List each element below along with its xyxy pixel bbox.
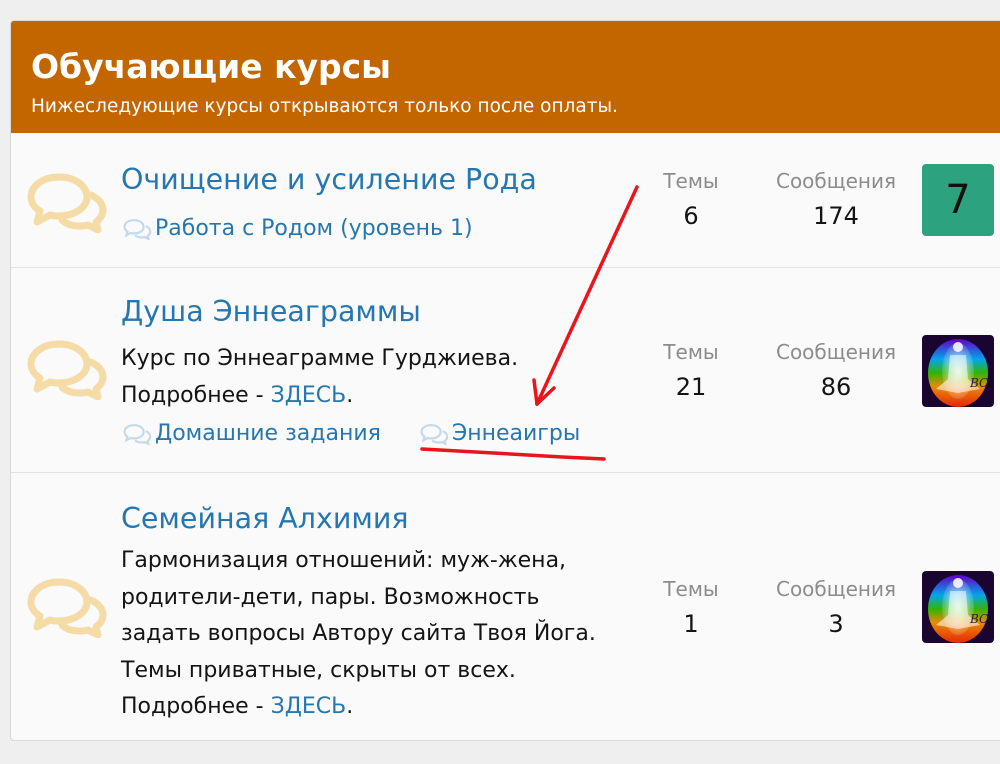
last-poster-avatar[interactable]: BC <box>922 335 994 407</box>
subforum-list: Работа с Родом (уровень 1) <box>121 214 503 249</box>
messages-stat: Сообщения 3 <box>766 576 906 640</box>
category-description: Нижеследующие курсы открываются только п… <box>31 96 619 117</box>
threads-stat: Темы 1 <box>651 576 731 640</box>
node-title-link[interactable]: Семейная Алхимия <box>121 501 409 537</box>
messages-label: Сообщения <box>775 577 897 601</box>
more-text: Подробнее - <box>121 694 271 719</box>
subforum-chat-icon <box>123 424 152 445</box>
threads-count: 1 <box>683 610 699 638</box>
forum-node: Очищение и усиление Рода Работа с Родом … <box>11 133 1000 267</box>
description-line: Темы приватные, скрыты от всех. <box>121 657 516 683</box>
description-line: Подробнее - ЗДЕСЬ. <box>121 689 596 726</box>
avatar-initials: BC <box>969 612 988 626</box>
threads-count: 6 <box>683 202 699 230</box>
messages-stat: Сообщения 86 <box>766 339 906 403</box>
messages-label: Сообщения <box>775 169 897 193</box>
description-line: родители-дети, пары. Возможность <box>121 584 540 610</box>
subforum-chat-icon <box>420 424 449 445</box>
subforum-link[interactable]: Эннеаигры <box>418 419 580 449</box>
chakra-meditation-icon: BC <box>922 571 994 643</box>
forum-node: Семейная Алхимия Гармонизация отношений:… <box>11 472 1000 740</box>
description-line: задать вопросы Автору сайта Твоя Йога. <box>121 621 596 646</box>
threads-stat: Темы 6 <box>651 168 731 232</box>
threads-stat: Темы 21 <box>651 339 731 403</box>
subforum-label: Работа с Родом (уровень 1) <box>155 216 473 241</box>
description-line: Гармонизация отношений: муж-жена, <box>121 548 567 573</box>
last-poster-avatar[interactable]: 7 <box>922 164 994 236</box>
subforum-label: Эннеаигры <box>451 421 581 446</box>
subforum-list: Домашние задания Эннеаигры <box>121 419 610 454</box>
chakra-meditation-icon: BC <box>922 335 994 407</box>
node-title-link[interactable]: Душа Эннеаграммы <box>121 294 421 330</box>
messages-count: 174 <box>813 202 859 230</box>
last-poster-avatar[interactable]: BC <box>922 571 994 643</box>
messages-label: Сообщения <box>775 340 897 364</box>
forum-chat-icon <box>27 340 107 400</box>
subforum-link[interactable]: Домашние задания <box>121 419 381 449</box>
period: . <box>346 382 354 408</box>
category-title[interactable]: Обучающие курсы <box>31 47 989 87</box>
threads-label: Темы <box>663 169 719 193</box>
more-text: Подробнее - <box>121 382 271 408</box>
avatar-initials: BC <box>969 376 988 390</box>
subforum-label: Домашние задания <box>155 421 381 446</box>
node-description: Гармонизация отношений: муж-жена, родите… <box>121 543 596 726</box>
here-link[interactable]: ЗДЕСЬ <box>271 383 347 408</box>
node-description: Курс по Эннеаграмме Гурджиева. Подробнее… <box>121 341 518 414</box>
node-title-link[interactable]: Очищение и усиление Рода <box>121 162 537 198</box>
subforum-link[interactable]: Работа с Родом (уровень 1) <box>121 214 473 244</box>
description-line: Курс по Эннеаграмме Гурджиева. <box>121 346 519 371</box>
threads-count: 21 <box>675 373 707 401</box>
messages-count: 86 <box>820 373 852 401</box>
messages-count: 3 <box>828 610 844 638</box>
period: . <box>346 694 354 719</box>
category-header: Обучающие курсы Нижеследующие курсы откр… <box>11 21 1000 133</box>
forum-category-block: Обучающие курсы Нижеследующие курсы откр… <box>10 20 1000 741</box>
forum-chat-icon <box>27 173 107 233</box>
forum-node: Душа Эннеаграммы Курс по Эннеаграмме Гур… <box>11 267 1000 472</box>
threads-label: Темы <box>663 340 719 364</box>
description-line: Подробнее - ЗДЕСЬ. <box>121 378 518 415</box>
forum-chat-icon <box>27 578 107 638</box>
threads-label: Темы <box>663 577 719 601</box>
subforum-chat-icon <box>123 219 152 240</box>
messages-stat: Сообщения 174 <box>766 168 906 232</box>
here-link[interactable]: ЗДЕСЬ <box>271 694 347 719</box>
